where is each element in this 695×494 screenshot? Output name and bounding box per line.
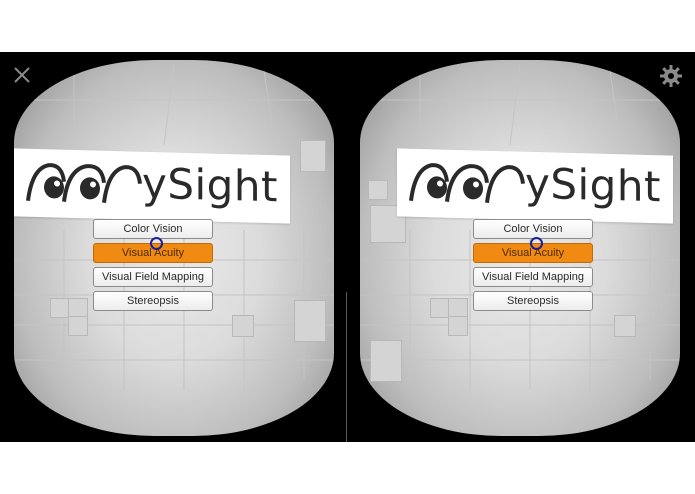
room-cube — [68, 298, 88, 318]
close-icon[interactable] — [13, 66, 31, 84]
room-cube — [368, 180, 388, 200]
room-cube — [448, 298, 468, 318]
vr-viewport: ySight Color Vision Visual Acuity Visual… — [0, 52, 695, 442]
color-vision-button[interactable]: Color Vision — [473, 219, 593, 239]
visual-field-mapping-button[interactable]: Visual Field Mapping — [93, 267, 213, 287]
room-cube — [294, 300, 326, 342]
logo-board: ySight — [397, 148, 673, 224]
logo-text: ySight — [525, 158, 661, 212]
stereopsis-button[interactable]: Stereopsis — [473, 291, 593, 311]
logo-eyes-icon — [26, 163, 142, 204]
color-vision-button[interactable]: Color Vision — [93, 219, 213, 239]
visual-field-mapping-button[interactable]: Visual Field Mapping — [473, 267, 593, 287]
room-cube — [430, 298, 450, 318]
room-cube — [68, 316, 88, 336]
eye-divider — [346, 292, 347, 442]
right-eye-view: ySight Color Vision Visual Acuity Visual… — [360, 60, 680, 436]
room-cube — [448, 316, 468, 336]
room-cube — [614, 315, 636, 337]
gaze-reticle — [530, 237, 543, 250]
gaze-reticle — [150, 237, 163, 250]
left-eye-view: ySight Color Vision Visual Acuity Visual… — [14, 60, 334, 436]
logo-text: ySight — [142, 158, 278, 212]
logo-board: ySight — [14, 148, 290, 224]
gear-icon[interactable] — [659, 64, 683, 88]
room-cube — [50, 298, 70, 318]
room-cube — [370, 340, 402, 382]
room-cube — [232, 315, 254, 337]
logo-eyes-icon — [409, 163, 525, 204]
room-cube — [300, 140, 326, 172]
stereopsis-button[interactable]: Stereopsis — [93, 291, 213, 311]
